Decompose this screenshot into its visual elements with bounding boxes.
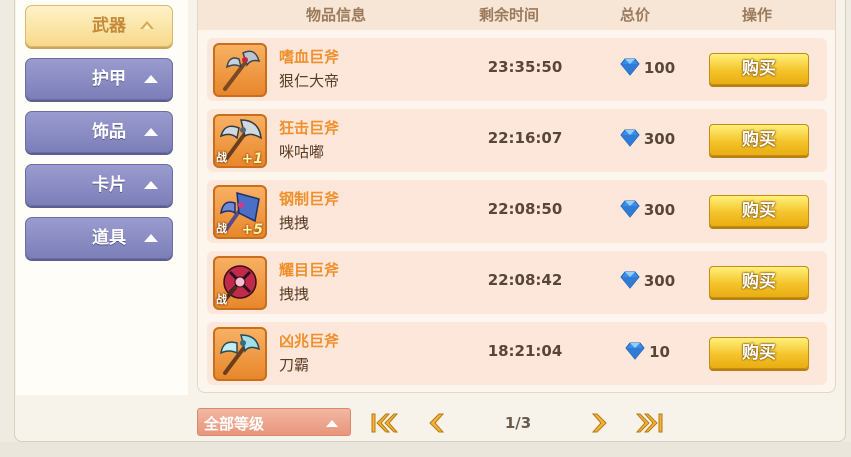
- triangle-up-icon: [144, 128, 158, 136]
- triangle-up-icon: [144, 75, 158, 83]
- triangle-up-icon: [134, 21, 158, 30]
- diamond-icon: [625, 342, 645, 360]
- buy-button[interactable]: 购买: [709, 266, 809, 298]
- triangle-up-icon: [326, 420, 338, 427]
- bloodthirst-axe-icon[interactable]: [213, 43, 267, 97]
- table-header: 物品信息 剩余时间 总价 操作: [198, 0, 835, 30]
- seller-name: 拽拽: [279, 214, 310, 232]
- next-page-icon[interactable]: [590, 410, 610, 440]
- table-row: 战 耀目巨斧 拽拽 22:08:42 300 购买: [207, 251, 827, 314]
- buy-button[interactable]: 购买: [709, 53, 809, 85]
- price-value: 100: [643, 59, 676, 77]
- header-action: 操作: [741, 6, 772, 24]
- dazzling-axe-icon[interactable]: 战: [213, 256, 267, 310]
- seller-name: 咪咕嘟: [279, 143, 325, 161]
- buy-button[interactable]: 购买: [709, 195, 809, 227]
- category-accessories[interactable]: 饰品: [25, 111, 173, 153]
- category-label: 武器: [92, 16, 126, 36]
- price-value: 300: [643, 130, 676, 148]
- diamond-icon: [620, 58, 640, 76]
- badge-zhan: 战: [216, 293, 227, 306]
- price-value: 300: [643, 201, 676, 219]
- category-label: 护甲: [92, 69, 126, 89]
- category-items[interactable]: 道具: [25, 217, 173, 259]
- enhance-level: +5: [241, 222, 263, 238]
- time-left: 22:08:42: [487, 271, 563, 289]
- price-cell: 10: [587, 342, 707, 361]
- item-name: 狂击巨斧: [279, 119, 340, 137]
- enhance-level: +1: [241, 151, 263, 167]
- omen-axe-icon[interactable]: [213, 327, 267, 381]
- rampage-axe-icon[interactable]: 战 +1: [213, 114, 267, 168]
- triangle-up-icon: [144, 234, 158, 242]
- diamond-icon: [620, 200, 640, 218]
- prev-page-icon[interactable]: [426, 410, 446, 440]
- price-cell: 100: [587, 58, 707, 77]
- item-name: 嗜血巨斧: [279, 48, 340, 66]
- price-cell: 300: [587, 200, 707, 219]
- time-left: 22:08:50: [487, 200, 563, 218]
- time-left: 22:16:07: [487, 129, 563, 147]
- category-armor[interactable]: 护甲: [25, 58, 173, 100]
- item-name: 凶兆巨斧: [279, 332, 340, 350]
- category-label: 饰品: [92, 122, 126, 142]
- diamond-icon: [620, 129, 640, 147]
- header-time-left: 剩余时间: [478, 6, 539, 24]
- steel-axe-icon[interactable]: 战 +5: [213, 185, 267, 239]
- triangle-up-icon: [144, 181, 158, 189]
- time-left: 18:21:04: [487, 342, 563, 360]
- time-left: 23:35:50: [487, 58, 563, 76]
- category-cards[interactable]: 卡片: [25, 164, 173, 206]
- price-value: 10: [649, 343, 670, 361]
- auction-window: 武器 护甲 饰品 卡片 道具 物品信息 剩余时间 总价 操作 嗜血巨斧 狠仁大帝…: [0, 0, 851, 457]
- item-name: 耀目巨斧: [279, 261, 340, 279]
- seller-name: 狠仁大帝: [279, 72, 340, 90]
- seller-name: 刀霸: [279, 356, 310, 374]
- category-sidebar: 武器 护甲 饰品 卡片 道具: [16, 0, 188, 395]
- badge-zhan: 战: [216, 222, 227, 235]
- first-page-icon[interactable]: [368, 410, 399, 440]
- price-cell: 300: [587, 271, 707, 290]
- category-weapons[interactable]: 武器: [25, 5, 173, 47]
- page-indicator: 1/3: [504, 414, 532, 432]
- listing-table: 物品信息 剩余时间 总价 操作 嗜血巨斧 狠仁大帝 23:35:50 100 购…: [197, 0, 836, 393]
- seller-name: 拽拽: [279, 285, 310, 303]
- price-value: 300: [643, 272, 676, 290]
- buy-button[interactable]: 购买: [709, 124, 809, 156]
- category-label: 道具: [92, 228, 126, 248]
- bottom-strip: [0, 442, 851, 457]
- buy-button[interactable]: 购买: [709, 337, 809, 369]
- level-filter-dropdown[interactable]: 全部等级: [197, 408, 351, 436]
- category-label: 卡片: [92, 175, 126, 195]
- diamond-icon: [620, 271, 640, 289]
- table-row: 凶兆巨斧 刀霸 18:21:04 10 购买: [207, 322, 827, 385]
- header-total-price: 总价: [619, 6, 650, 24]
- table-row: 战 +1 狂击巨斧 咪咕嘟 22:16:07 300 购买: [207, 109, 827, 172]
- price-cell: 300: [587, 129, 707, 148]
- last-page-icon[interactable]: [635, 410, 666, 440]
- table-row: 战 +5 钢制巨斧 拽拽 22:08:50 300 购买: [207, 180, 827, 243]
- header-item-info: 物品信息: [305, 6, 366, 24]
- table-row: 嗜血巨斧 狠仁大帝 23:35:50 100 购买: [207, 38, 827, 101]
- item-name: 钢制巨斧: [279, 190, 340, 208]
- badge-zhan: 战: [216, 151, 227, 164]
- level-filter-label: 全部等级: [204, 415, 265, 433]
